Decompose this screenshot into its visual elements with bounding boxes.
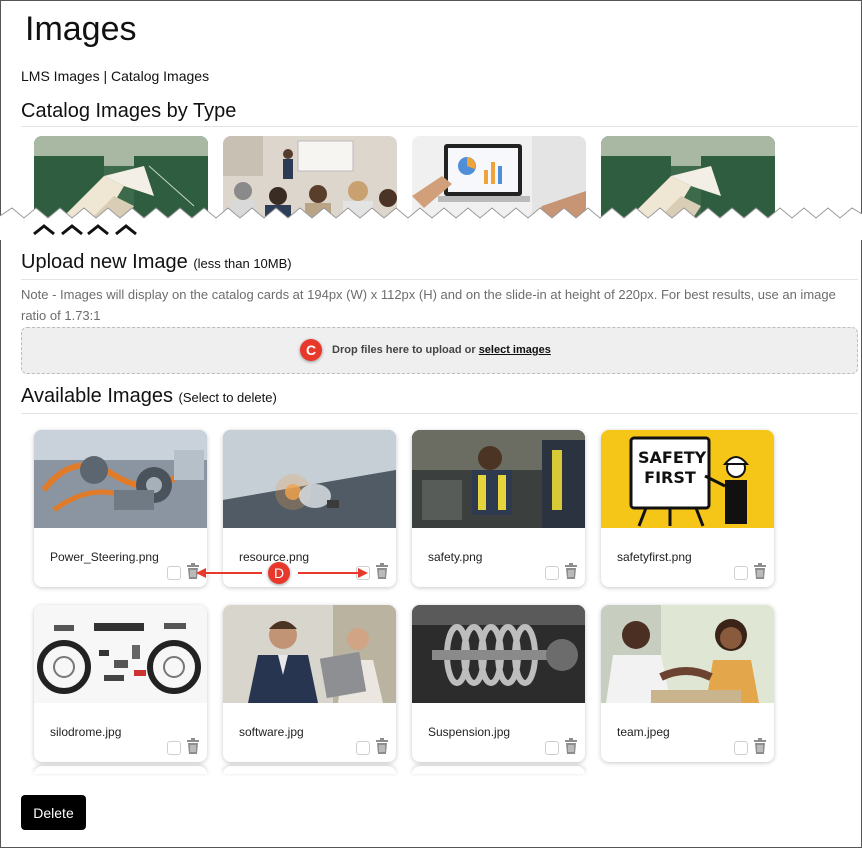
callout-d-badge: D <box>268 562 290 584</box>
torn-edge-divider <box>0 207 862 240</box>
image-card: Suspension.jpg <box>412 605 585 762</box>
dropzone-text: Drop files here to upload or select imag… <box>332 344 551 356</box>
available-heading-text: Available Images <box>21 385 173 407</box>
image-card: team.jpeg <box>601 605 774 762</box>
select-checkbox[interactable] <box>167 566 181 580</box>
select-images-link[interactable]: select images <box>479 344 551 356</box>
image-card: SAFETY FIRST safetyfirst.png <box>601 430 774 587</box>
image-card: software.jpg <box>223 605 396 762</box>
select-checkbox[interactable] <box>167 741 181 755</box>
upload-heading: Upload new Image (less than 10MB) <box>21 251 292 274</box>
motorcycle-parts-photo <box>34 605 207 703</box>
image-card: safety.png <box>412 430 585 587</box>
callout-c-badge: C <box>300 339 322 361</box>
image-card-partial <box>223 766 396 774</box>
image-name: software.jpg <box>239 725 304 739</box>
worker-photo <box>412 430 585 528</box>
image-name: silodrome.jpg <box>50 725 122 739</box>
engine-photo <box>34 430 207 528</box>
upload-dropzone[interactable]: C Drop files here to upload or select im… <box>21 327 858 374</box>
trash-icon[interactable] <box>754 738 766 754</box>
image-card-partial <box>34 766 207 774</box>
safety-sign-line2: FIRST <box>644 468 696 487</box>
image-name: team.jpeg <box>617 725 670 739</box>
available-heading-note: (Select to delete) <box>178 390 277 405</box>
safety-first-sign: SAFETY FIRST <box>601 430 774 528</box>
page-title: Images <box>25 10 137 48</box>
dropzone-label: Drop files here to upload or <box>332 344 476 356</box>
image-card: Power_Steering.png <box>34 430 207 587</box>
breadcrumb-separator: | <box>99 68 112 84</box>
trash-icon[interactable] <box>565 738 577 754</box>
trash-icon[interactable] <box>376 563 388 579</box>
trash-icon[interactable] <box>376 738 388 754</box>
image-card-partial <box>412 766 585 774</box>
upload-heading-text: Upload new Image <box>21 251 188 273</box>
safety-sign-line1: SAFETY <box>638 448 707 467</box>
delete-button[interactable]: Delete <box>21 795 86 830</box>
breadcrumb: LMS Images | Catalog Images <box>21 68 209 84</box>
select-checkbox[interactable] <box>356 741 370 755</box>
divider <box>21 126 858 127</box>
image-name: safety.png <box>428 550 483 564</box>
select-checkbox[interactable] <box>734 566 748 580</box>
upload-size-note: (less than 10MB) <box>193 256 292 271</box>
coil-spring-photo <box>412 605 585 703</box>
breadcrumb-lms-images[interactable]: LMS Images <box>21 68 100 84</box>
lightbulb-laptop-photo <box>223 430 396 528</box>
catalog-heading: Catalog Images by Type <box>21 100 237 122</box>
trash-icon[interactable] <box>754 563 766 579</box>
select-checkbox[interactable] <box>545 566 559 580</box>
select-checkbox[interactable] <box>734 741 748 755</box>
divider <box>21 413 858 414</box>
divider <box>21 279 858 280</box>
trash-icon[interactable] <box>565 563 577 579</box>
image-name: Suspension.jpg <box>428 725 511 739</box>
handshake-photo <box>601 605 774 703</box>
business-people-photo <box>223 605 396 703</box>
upload-note: Note - Images will display on the catalo… <box>21 287 836 323</box>
image-name: safetyfirst.png <box>617 550 692 564</box>
available-heading: Available Images (Select to delete) <box>21 385 277 408</box>
breadcrumb-catalog-images[interactable]: Catalog Images <box>111 68 209 84</box>
trash-icon[interactable] <box>187 738 199 754</box>
image-card: silodrome.jpg <box>34 605 207 762</box>
image-name: Power_Steering.png <box>50 550 159 564</box>
select-checkbox[interactable] <box>545 741 559 755</box>
